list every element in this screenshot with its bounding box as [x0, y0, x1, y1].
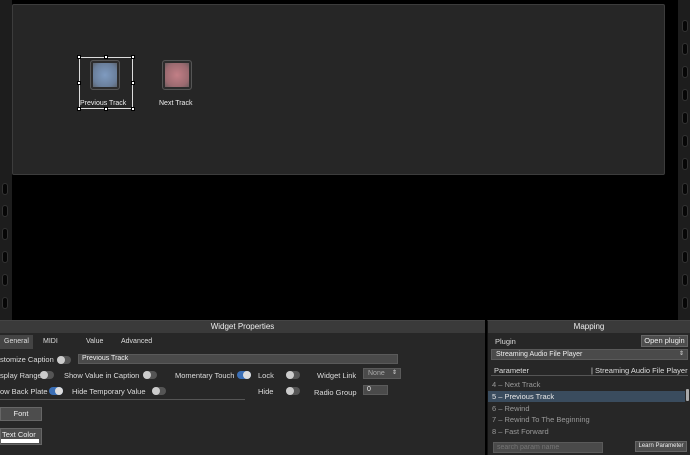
lock-toggle[interactable] — [286, 371, 300, 379]
momentary-touch-toggle[interactable] — [237, 371, 251, 379]
widget-properties-panel: Widget Properties General MIDI Value Adv… — [0, 320, 485, 455]
widget-canvas[interactable]: Previous Track Next Track — [12, 4, 665, 175]
param-list-item-selected[interactable]: 5 – Previous Track — [488, 391, 685, 402]
rail-slot — [682, 274, 688, 286]
rail-slot — [682, 135, 688, 147]
momentary-touch-label: Momentary Touch — [175, 371, 235, 380]
rail-slot — [682, 297, 688, 309]
rail-slot — [682, 205, 688, 217]
param-list-item[interactable]: 7 – Rewind To The Beginning — [488, 414, 685, 425]
resize-handle[interactable] — [131, 55, 135, 59]
resize-handle[interactable] — [131, 81, 135, 85]
rack-rail-right — [678, 0, 690, 320]
pad-caption: Next Track — [159, 100, 193, 107]
parameter-column-header: Parameter — [494, 366, 530, 375]
rail-slot — [682, 251, 688, 263]
resize-handle[interactable] — [77, 55, 81, 59]
customize-caption-label: stomize Caption — [0, 355, 54, 364]
text-color-label: Text Color — [2, 430, 36, 439]
resize-handle[interactable] — [104, 107, 108, 111]
rack-rail-left — [0, 0, 12, 320]
search-param-input[interactable] — [493, 442, 603, 453]
param-list-item[interactable]: 8 – Fast Forward — [488, 426, 685, 437]
learn-parameter-button[interactable]: Learn Parameter — [635, 441, 687, 452]
display-range-toggle[interactable] — [40, 371, 54, 379]
show-value-toggle[interactable] — [143, 371, 157, 379]
display-range-label: splay Range — [0, 371, 42, 380]
tab-general[interactable]: General — [0, 335, 33, 349]
updown-arrows-icon: ⇕ — [391, 370, 397, 376]
hide-temp-value-toggle[interactable] — [152, 387, 166, 395]
open-plugin-button[interactable]: Open plugin — [641, 335, 688, 347]
updown-arrows-icon: ⇕ — [678, 351, 684, 357]
radio-group-label: Radio Group — [314, 388, 357, 397]
resize-handle[interactable] — [77, 107, 81, 111]
mapping-title: Mapping — [488, 321, 690, 333]
tab-midi[interactable]: MIDI — [43, 335, 58, 349]
rail-slot — [682, 89, 688, 101]
caption-input[interactable]: Previous Track — [78, 354, 398, 364]
widget-link-value: None — [368, 370, 385, 377]
customize-caption-toggle[interactable] — [57, 356, 71, 364]
widget-link-select[interactable]: None ⇕ — [363, 368, 401, 379]
rail-slot — [682, 112, 688, 124]
hide-label: Hide — [258, 387, 274, 396]
rail-slot — [682, 183, 688, 195]
resize-handle[interactable] — [104, 55, 108, 59]
widget-properties-title: Widget Properties — [0, 321, 485, 333]
show-value-label: Show Value in Caption — [64, 371, 140, 380]
next-track-pad[interactable] — [162, 60, 192, 90]
tab-value[interactable]: Value — [86, 335, 103, 349]
param-list-scrollbar[interactable] — [686, 389, 689, 401]
param-list-item[interactable]: 6 – Rewind — [488, 403, 685, 414]
font-button[interactable]: Font — [0, 407, 42, 421]
resize-handle[interactable] — [131, 107, 135, 111]
back-plate-toggle[interactable] — [49, 387, 63, 395]
plugin-label: Plugin — [495, 337, 516, 346]
rail-slot — [2, 297, 8, 309]
lock-label: Lock — [258, 371, 274, 380]
rail-slot — [2, 228, 8, 240]
rail-slot — [682, 158, 688, 170]
resize-handle[interactable] — [77, 81, 81, 85]
hide-toggle[interactable] — [286, 387, 300, 395]
rail-slot — [2, 183, 8, 195]
selection-box — [79, 57, 133, 109]
rail-slot — [682, 43, 688, 55]
mapping-panel: Mapping Plugin Open plugin Streaming Aud… — [487, 320, 690, 455]
tab-advanced[interactable]: Advanced — [121, 335, 152, 349]
hide-temp-value-label: Hide Temporary Value — [72, 387, 146, 396]
text-color-swatch — [1, 439, 39, 443]
back-plate-label: ow Back Plate — [0, 387, 48, 396]
param-list-item[interactable]: 4 – Next Track — [488, 379, 685, 390]
divider — [0, 399, 245, 400]
plugin-column-header: | Streaming Audio File Player — [591, 366, 688, 375]
plugin-select-value: Streaming Audio File Player — [496, 351, 583, 358]
header-divider — [491, 375, 688, 376]
rail-slot — [682, 20, 688, 32]
rail-slot — [2, 274, 8, 286]
widget-link-label: Widget Link — [317, 371, 357, 380]
rail-slot — [682, 228, 688, 240]
radio-group-input[interactable]: 0 — [363, 385, 388, 395]
plugin-select[interactable]: Streaming Audio File Player ⇕ — [491, 349, 688, 360]
rail-slot — [2, 251, 8, 263]
rail-slot — [2, 205, 8, 217]
rail-slot — [682, 66, 688, 78]
